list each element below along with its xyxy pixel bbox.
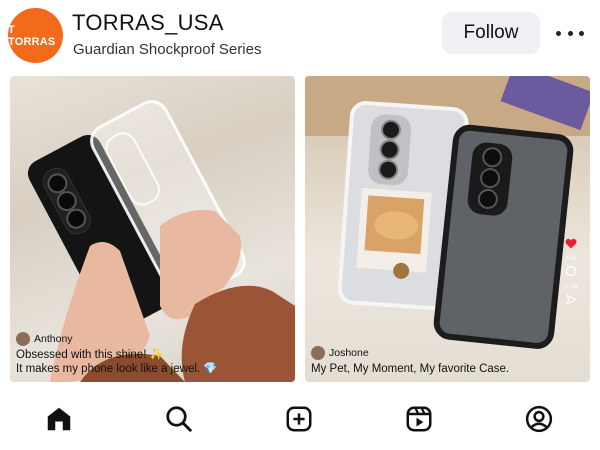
caption-line: Obsessed with this shine! ✨ [16, 349, 164, 361]
post-caption: Anthony Obsessed with this shine! ✨ It m… [16, 332, 218, 376]
plus-square-icon[interactable] [282, 402, 316, 436]
reels-icon[interactable] [402, 402, 436, 436]
commenter-avatar [16, 332, 30, 346]
account-subtitle: Guardian Shockproof Series [73, 41, 262, 58]
post-header: T TORRAS TORRAS_USA Guardian Shockproof … [0, 0, 600, 70]
post-caption: Joshone My Pet, My Moment, My favorite C… [311, 346, 509, 376]
caption-line: It makes my phone look like a jewel. 💎 [16, 363, 218, 375]
heart-icon[interactable] [565, 236, 577, 254]
bottom-navigation [0, 388, 600, 450]
more-options-icon[interactable] [556, 22, 584, 44]
commenter-name[interactable]: Joshone [329, 346, 369, 360]
caption-line: My Pet, My Moment, My favorite Case. [311, 363, 510, 375]
like-count: 376K [565, 256, 577, 262]
search-icon[interactable] [162, 402, 196, 436]
post-tile-2[interactable]: 376K 1,138 Joshone My Pet, My Moment, My… [305, 76, 590, 382]
profile-icon[interactable] [522, 402, 556, 436]
post-side-actions: 376K 1,138 [560, 236, 582, 310]
account-name[interactable]: TORRAS_USA [72, 10, 224, 36]
media-grid: Anthony Obsessed with this shine! ✨ It m… [10, 76, 590, 382]
share-icon[interactable] [565, 292, 577, 310]
post-tile-1[interactable]: Anthony Obsessed with this shine! ✨ It m… [10, 76, 295, 382]
comment-icon[interactable] [565, 264, 577, 282]
phone-case-photo [305, 76, 590, 349]
comment-count: 1,138 [564, 284, 578, 290]
home-icon[interactable] [42, 402, 76, 436]
follow-button[interactable]: Follow [442, 12, 540, 54]
commenter-name[interactable]: Anthony [34, 332, 73, 346]
account-avatar[interactable]: T TORRAS [8, 8, 63, 63]
commenter-avatar [311, 346, 325, 360]
